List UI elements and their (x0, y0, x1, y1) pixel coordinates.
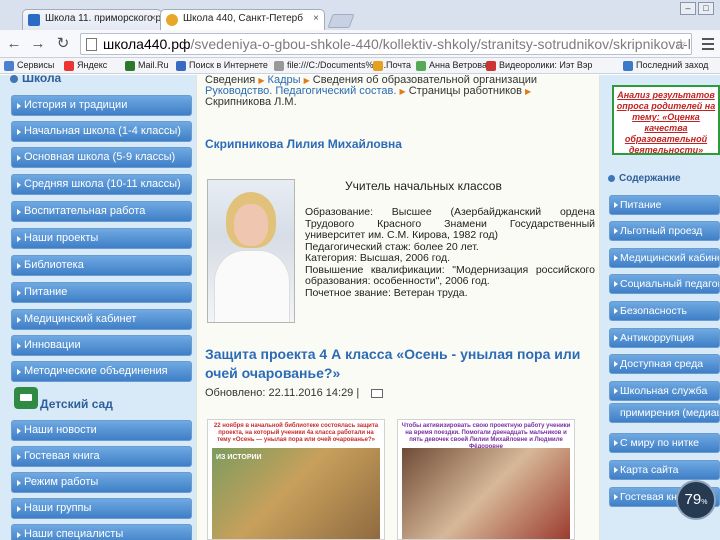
site-favicon-icon (166, 14, 178, 26)
contents-item[interactable]: примирения (медиация) (609, 403, 720, 423)
slide-counter-badge: 79% (676, 480, 716, 520)
teacher-bio: Образование: Высшее (Азербайджанский орд… (305, 206, 595, 299)
sidebar-item-food[interactable]: Питание (11, 282, 192, 303)
contents-item[interactable]: Антикоррупция (609, 328, 720, 348)
yandex-icon (64, 61, 74, 71)
left-sidebar: Школа История и традиции Начальная школа… (0, 75, 196, 540)
tab-school-11[interactable]: Школа 11. приморского ра × (22, 9, 162, 30)
page-title: Скрипникова Лилия Михайловна (205, 137, 402, 151)
url-host: школа440.рф (103, 36, 191, 52)
close-tab-icon[interactable]: × (313, 13, 319, 24)
browser-tab-bar: Школа 11. приморского ра × Школа 440, Са… (0, 0, 720, 30)
video-icon (486, 61, 496, 71)
bookmark-star-icon[interactable]: ☆ (674, 34, 687, 54)
bookmark-item[interactable]: Последний заход (623, 58, 708, 73)
tab-title: Школа 440, Санкт-Петерб (183, 13, 303, 24)
maximize-button[interactable]: □ (698, 2, 714, 15)
sidebar-item-groups[interactable]: Наши группы (11, 498, 192, 519)
contents-item[interactable]: Социальный педагог (609, 274, 720, 294)
search-icon (176, 61, 186, 71)
main-content: Сведения ▶ Кадры ▶ Сведения об образоват… (196, 75, 600, 540)
job-title: Учитель начальных классов (345, 179, 502, 193)
tab-title: Школа 11. приморского ра (45, 13, 162, 24)
apps-icon (4, 61, 14, 71)
contents-heading: Содержание (608, 173, 681, 184)
forward-arrow-icon[interactable]: → (28, 34, 48, 54)
sidebar-item-schedule[interactable]: Режим работы (11, 472, 192, 493)
school-section-heading: Школа (10, 75, 61, 85)
tab-school-440[interactable]: Школа 440, Санкт-Петерб × (160, 9, 325, 30)
sidebar-item-specialists[interactable]: Наши специалисты (11, 524, 192, 540)
sidebar-item-high-school[interactable]: Средняя школа (10-11 классы) (11, 174, 192, 195)
bookmark-item[interactable]: Яндекс (64, 58, 107, 73)
site-favicon-icon (28, 14, 40, 26)
bookmark-item[interactable]: Поиск в Интернете (176, 58, 268, 73)
sidebar-item-library[interactable]: Библиотека (11, 255, 192, 276)
minimize-button[interactable]: – (680, 2, 696, 15)
file-icon (274, 61, 284, 71)
contents-item[interactable]: Питание (609, 195, 720, 215)
new-tab-button[interactable] (327, 14, 355, 28)
bookmark-item[interactable]: Почта (373, 58, 411, 73)
sidebar-item-primary-school[interactable]: Начальная школа (1-4 классы) (11, 121, 192, 142)
browser-toolbar: ← → ↻ школа440.рф/svedeniya-o-gbou-shkol… (0, 30, 720, 58)
close-tab-icon[interactable]: × (150, 13, 156, 24)
breadcrumb: Сведения ▶ Кадры ▶ Сведения об образоват… (205, 75, 538, 108)
contents-item[interactable]: Доступная среда (609, 354, 720, 374)
right-sidebar: Анализ результатов опроса родителей на т… (600, 75, 720, 540)
survey-banner-link[interactable]: Анализ результатов опроса родителей на т… (612, 85, 720, 155)
article-updated: Обновлено: 22.11.2016 14:29 | (205, 387, 360, 399)
profile-icon (416, 61, 426, 71)
contents-item[interactable]: С миру по нитке (609, 433, 720, 453)
window-controls: – □ (680, 2, 714, 15)
email-icon[interactable] (371, 389, 383, 398)
back-arrow-icon[interactable]: ← (4, 34, 24, 54)
sidebar-item-basic-school[interactable]: Основная школа (5-9 классы) (11, 147, 192, 168)
contents-item[interactable]: Льготный проезд (609, 221, 720, 241)
sidebar-item-guestbook[interactable]: Гостевая книга (11, 446, 192, 467)
url-path: /svedeniya-o-gbou-shkole-440/kollektiv-s… (190, 36, 692, 52)
mail-icon (373, 61, 383, 71)
address-bar[interactable]: школа440.рф/svedeniya-o-gbou-shkole-440/… (80, 33, 692, 55)
kindergarten-section-heading: Детский сад (40, 397, 113, 411)
contents-item[interactable]: Школьная служба (609, 381, 720, 401)
sidebar-item-education-work[interactable]: Воспитательная работа (11, 201, 192, 222)
article-image[interactable]: 22 ноября в начальной библиотеке состоял… (207, 419, 385, 540)
sidebar-item-innovations[interactable]: Инновации (11, 335, 192, 356)
bookmark-item[interactable]: Сервисы (4, 58, 54, 73)
contents-item[interactable]: Медицинский кабинет (609, 248, 720, 268)
sidebar-item-projects[interactable]: Наши проекты (11, 228, 192, 249)
bullet-icon (608, 174, 615, 182)
contents-item[interactable]: Безопасность (609, 301, 720, 321)
sidebar-item-methodical[interactable]: Методические объединения (11, 361, 192, 382)
page-icon (86, 38, 97, 51)
bookmark-item[interactable]: file:///C:/Documents%2... (274, 58, 386, 73)
teacher-photo (207, 179, 295, 323)
bookmark-item[interactable]: Mail.Ru (125, 58, 169, 73)
sidebar-item-news[interactable]: Наши новости (11, 420, 192, 441)
site-icon (623, 61, 633, 71)
web-page: Школа История и традиции Начальная школа… (0, 75, 720, 540)
browser-menu-icon[interactable] (700, 35, 716, 53)
bookmark-item[interactable]: Видеоролики: Иэт Вэр (486, 58, 592, 73)
bookmarks-bar: Сервисы Яндекс Mail.Ru Поиск в Интернете… (0, 58, 720, 74)
contents-item[interactable]: Карта сайта (609, 460, 720, 480)
sidebar-item-history[interactable]: История и традиции (11, 95, 192, 116)
bullet-icon (10, 75, 18, 83)
print-icon[interactable] (14, 387, 38, 409)
sidebar-item-medical[interactable]: Медицинский кабинет (11, 309, 192, 330)
reload-icon[interactable]: ↻ (53, 34, 73, 54)
article-title-link[interactable]: Защита проекта 4 А класса «Осень - уныла… (205, 345, 597, 383)
bookmark-item[interactable]: Анна Ветрова (416, 58, 487, 73)
article-image[interactable]: Чтобы активизировать свою проектную рабо… (397, 419, 575, 540)
mailru-icon (125, 61, 135, 71)
